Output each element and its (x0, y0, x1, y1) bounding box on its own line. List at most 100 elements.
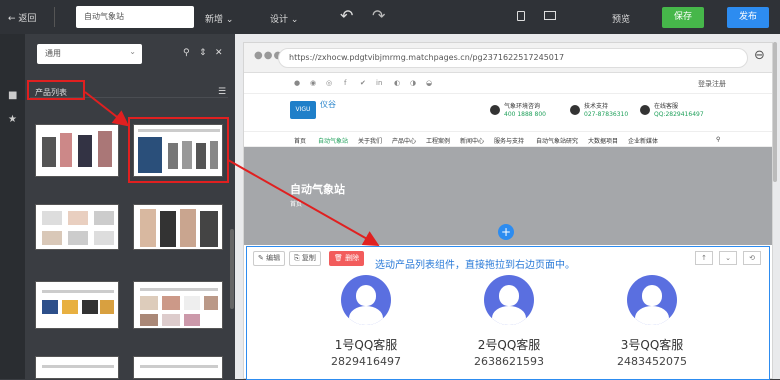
hotline-label: 气象环境咨询 (504, 103, 541, 110)
service-label: 在线客服 (654, 103, 679, 110)
tech-label: 技术支持 (584, 103, 609, 110)
new-menu[interactable]: 新增 ⌄ (205, 12, 233, 25)
service-info: 在线客服 QQ:2829416497 (654, 103, 704, 119)
new-menu-label: 新增 (205, 15, 224, 25)
qq-avatar[interactable] (627, 275, 677, 325)
site-nav: 首页 自动气象站 关于我们 产品中心 工程案例 新闻中心 服务与支持 自动气象站… (244, 131, 772, 147)
publish-button[interactable]: 发布 (727, 7, 769, 28)
back-label: 返回 (18, 14, 37, 24)
login-link[interactable]: 登录注册 (698, 79, 726, 89)
add-section-button[interactable]: + (498, 224, 514, 240)
contact-number: 2829416497 (331, 355, 401, 368)
search-icon[interactable]: ⚲ (716, 136, 720, 143)
template-thumb[interactable] (35, 124, 119, 177)
template-thumb[interactable] (133, 204, 223, 250)
nav-item[interactable]: 产品中心 (392, 136, 416, 145)
component-type-select[interactable]: 通用 ⌄ (37, 44, 142, 64)
nav-item[interactable]: 关于我们 (358, 136, 382, 145)
qq-icon (640, 105, 650, 115)
design-menu-label: 设计 (270, 15, 289, 25)
folder-icon[interactable]: ■ (8, 90, 17, 101)
template-thumb[interactable] (35, 204, 119, 250)
reset-button[interactable]: ⟲ (743, 251, 761, 265)
nav-item-active[interactable]: 自动气象站 (318, 136, 348, 145)
copy-label: 复制 (301, 254, 316, 262)
chevron-down-icon: ⌄ (129, 47, 136, 56)
page-banner: 自动气象站 首页 + (244, 147, 772, 245)
banner-title: 自动气象站 (290, 183, 345, 196)
qq-avatar[interactable] (341, 275, 391, 325)
url-bar: ●●● https://zxhocw.pdgtvibjmrmg.matchpag… (244, 43, 772, 73)
linkedin-icon[interactable]: in (376, 79, 382, 87)
close-icon[interactable]: ✕ (215, 48, 223, 58)
social-icon[interactable]: ◎ (326, 79, 332, 87)
contact-number: 2638621593 (474, 355, 544, 368)
redo-icon[interactable]: ↷ (372, 6, 385, 25)
page-name-field[interactable]: 自动气象站 (76, 6, 194, 28)
site-logo[interactable]: VIGU (290, 101, 316, 119)
divider (54, 7, 55, 27)
chat-icon (570, 105, 580, 115)
nav-item[interactable]: 首页 (294, 136, 306, 145)
facebook-icon[interactable]: f (344, 79, 346, 87)
edit-label: 编辑 (266, 254, 281, 262)
list-view-icon[interactable]: ☰ (218, 87, 226, 97)
contact-name: 3号QQ客服 (620, 338, 684, 352)
qq-avatar[interactable] (484, 275, 534, 325)
nav-item[interactable]: 工程案例 (426, 136, 450, 145)
nav-item[interactable]: 企业新媒体 (628, 136, 658, 145)
preview-button[interactable]: 预览 (612, 12, 630, 25)
collapse-icon[interactable]: ⇕ (199, 48, 207, 58)
template-thumb[interactable] (133, 356, 223, 379)
site-topbar: ● ◉ ◎ f ✔ in ◐ ◑ ◒ 登录注册 (244, 74, 772, 94)
nav-item[interactable]: 服务与支持 (494, 136, 524, 145)
desktop-view-icon[interactable] (544, 11, 556, 20)
nav-item[interactable]: 自动气象站研究 (536, 136, 578, 145)
panel-scrollbar[interactable] (230, 229, 234, 309)
copy-button[interactable]: ⎘ 复制 (289, 251, 321, 266)
select-value: 通用 (45, 49, 61, 58)
breadcrumb[interactable]: 首页 (290, 199, 302, 208)
zoom-out-icon[interactable]: ⊖ (754, 48, 765, 63)
social-icon[interactable]: ◉ (310, 79, 316, 87)
contact-number: 2483452075 (617, 355, 687, 368)
save-button[interactable]: 保存 (662, 7, 704, 28)
social-icon[interactable]: ◒ (426, 79, 432, 87)
template-thumb[interactable] (35, 356, 119, 379)
move-up-button[interactable]: ↑ (695, 251, 713, 265)
search-icon[interactable]: ⚲ (183, 48, 190, 58)
star-icon[interactable]: ★ (8, 114, 17, 125)
social-icon[interactable]: ◐ (394, 79, 400, 87)
url-field[interactable]: https://zxhocw.pdgtvibjmrmg.matchpages.c… (278, 48, 748, 68)
site-header: VIGU 仪谷 气象环境咨询 400 1888 800 技术支持 027-87836… (244, 95, 772, 129)
social-icon[interactable]: ● (294, 79, 300, 87)
selected-component[interactable]: ✎ 编辑 ⎘ 复制 🗑 删除 选动产品列表组件，直接拖拉到右边页面中。 ↑ ⌄ … (246, 246, 770, 380)
tech-info: 技术支持 027-87836310 (584, 103, 628, 119)
left-rail: ■ ★ (0, 34, 25, 379)
annotation-box (128, 117, 229, 183)
delete-label: 删除 (345, 254, 360, 262)
undo-icon[interactable]: ↶ (340, 6, 353, 25)
template-thumb[interactable] (133, 281, 223, 329)
twitter-icon[interactable]: ✔ (360, 79, 366, 87)
template-thumb[interactable] (35, 281, 119, 329)
nav-item[interactable]: 大数据项目 (588, 136, 618, 145)
top-toolbar: ← 返回 自动气象站 新增 ⌄ 设计 ⌄ ↶ ↷ 预览 保存 发布 (0, 0, 780, 34)
logo-text: 仪谷 (320, 100, 336, 109)
nav-item[interactable]: 新闻中心 (460, 136, 484, 145)
annotation-box (27, 80, 85, 100)
back-button[interactable]: ← 返回 (8, 11, 36, 24)
tech-number: 027-87836310 (584, 111, 629, 118)
browser-frame: ●●● https://zxhocw.pdgtvibjmrmg.matchpag… (243, 42, 773, 380)
design-canvas: ●●● https://zxhocw.pdgtvibjmrmg.matchpag… (235, 34, 780, 380)
phone-icon (490, 105, 500, 115)
canvas-scrollbar[interactable] (773, 42, 777, 182)
move-down-button[interactable]: ⌄ (719, 251, 737, 265)
social-icon[interactable]: ◑ (410, 79, 416, 87)
contact-name: 2号QQ客服 (477, 338, 541, 352)
edit-button[interactable]: ✎ 编辑 (253, 251, 286, 266)
design-menu[interactable]: 设计 ⌄ (270, 12, 298, 25)
annotation-caption: 选动产品列表组件，直接拖拉到右边页面中。 (375, 260, 575, 271)
delete-button[interactable]: 🗑 删除 (329, 251, 365, 266)
mobile-view-icon[interactable] (517, 11, 525, 21)
